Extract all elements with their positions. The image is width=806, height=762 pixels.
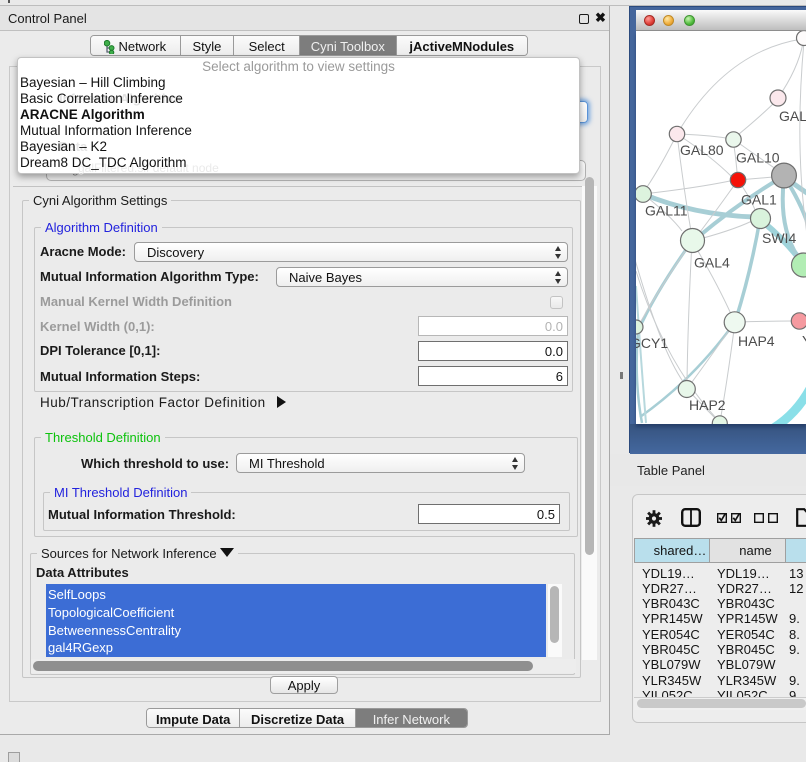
svg-text:GAL7: GAL7: [779, 108, 806, 124]
svg-text:GAL80: GAL80: [680, 142, 724, 158]
svg-text:GAL11: GAL11: [645, 203, 688, 219]
svg-text:HAP4: HAP4: [738, 333, 775, 349]
svg-text:GAL1: GAL1: [741, 192, 777, 208]
svg-text:SWI4: SWI4: [762, 230, 796, 246]
svg-text:HAP2: HAP2: [689, 397, 726, 413]
svg-text:GAL4: GAL4: [694, 255, 730, 271]
svg-text:Y: Y: [802, 333, 806, 349]
svg-text:GCY1: GCY1: [636, 335, 668, 351]
svg-text:GAL10: GAL10: [736, 150, 780, 166]
